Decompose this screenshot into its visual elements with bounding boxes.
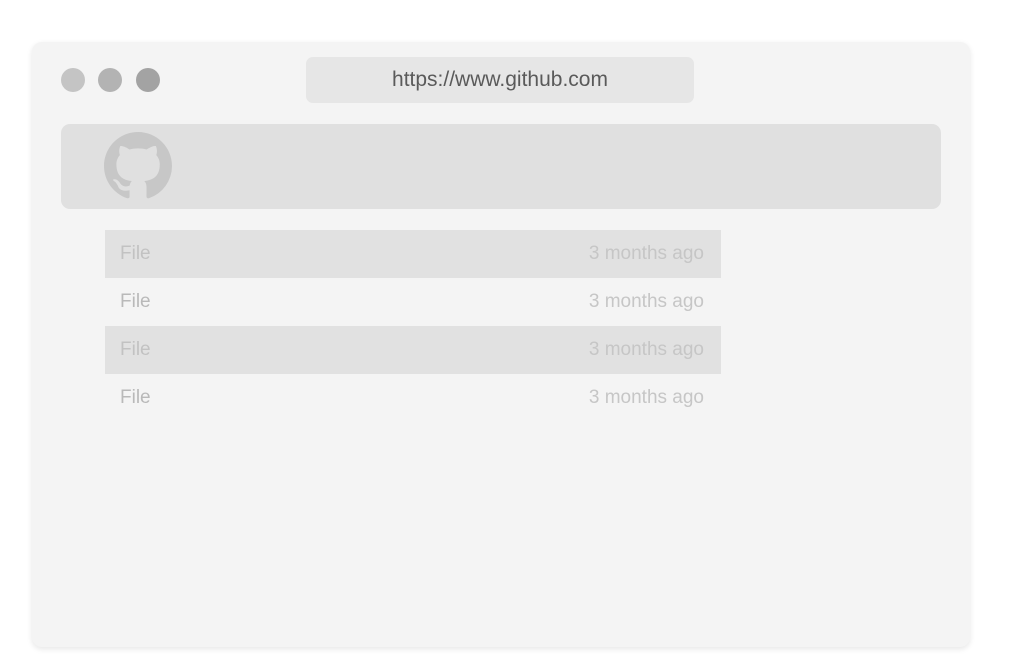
file-name: File bbox=[120, 339, 151, 360]
file-modified-time: 3 months ago bbox=[588, 339, 704, 360]
minimize-window-button[interactable] bbox=[98, 68, 122, 92]
file-name: File bbox=[120, 243, 151, 264]
file-name: File bbox=[120, 387, 151, 408]
github-logo-icon[interactable] bbox=[104, 132, 172, 200]
file-row[interactable]: File 3 months ago bbox=[105, 278, 721, 326]
file-row[interactable]: File 3 months ago bbox=[105, 230, 721, 278]
file-modified-time: 3 months ago bbox=[588, 243, 704, 264]
close-window-button[interactable] bbox=[61, 68, 85, 92]
file-modified-time: 3 months ago bbox=[588, 387, 704, 408]
file-name: File bbox=[120, 291, 151, 312]
site-header bbox=[61, 124, 941, 209]
browser-window: https://www.github.com File 3 months ago… bbox=[32, 42, 970, 647]
maximize-window-button[interactable] bbox=[136, 68, 160, 92]
address-bar-url: https://www.github.com bbox=[392, 68, 608, 91]
file-list: File 3 months ago File 3 months ago File… bbox=[105, 230, 721, 422]
address-bar[interactable]: https://www.github.com bbox=[306, 57, 694, 103]
file-row[interactable]: File 3 months ago bbox=[105, 326, 721, 374]
file-modified-time: 3 months ago bbox=[588, 291, 704, 312]
file-row[interactable]: File 3 months ago bbox=[105, 374, 721, 422]
